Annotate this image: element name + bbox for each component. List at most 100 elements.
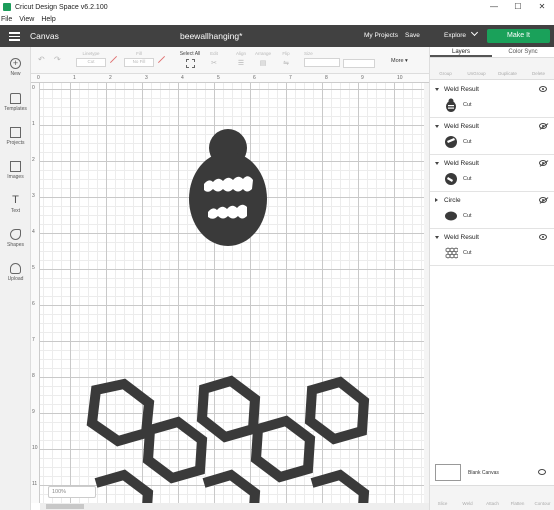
- collapse-caret-icon[interactable]: [435, 162, 439, 165]
- projects-icon: [10, 127, 21, 138]
- layer-group[interactable]: Weld Result Cut: [430, 158, 554, 192]
- left-ruler: 0 1 2 3 4 5 6 7 8 9 10 11: [31, 83, 40, 503]
- make-it-button[interactable]: Make It: [487, 29, 550, 43]
- minimize-button[interactable]: —: [482, 0, 506, 14]
- layer-group[interactable]: Weld Result Cut: [430, 232, 554, 266]
- layer-group[interactable]: Weld Result Cut: [430, 121, 554, 155]
- eye-hidden-icon[interactable]: [538, 469, 546, 475]
- flatten-button[interactable]: Flatten: [505, 486, 530, 510]
- attach-button[interactable]: Attach: [480, 486, 505, 510]
- eye-icon[interactable]: [539, 234, 547, 240]
- layer-item[interactable]: Cut: [430, 169, 554, 191]
- layer-item-label: Cut: [463, 250, 472, 256]
- more-dropdown[interactable]: More ▾: [391, 58, 408, 64]
- machine-selector[interactable]: Explore: [444, 28, 479, 39]
- menu-help[interactable]: Help: [41, 16, 55, 23]
- sidebar-item-images[interactable]: Images: [0, 161, 31, 180]
- duplicate-button[interactable]: Duplicate: [492, 58, 523, 79]
- align-menu[interactable]: Align ☰: [232, 51, 250, 67]
- ungroup-button[interactable]: UnGroup: [461, 58, 492, 79]
- layer-group-title: Weld Result: [444, 160, 479, 167]
- weld-button[interactable]: Weld: [455, 486, 480, 510]
- scissors-icon: ✂: [211, 60, 217, 67]
- edit-toolbar: ↶ ↷ Linetype Cut Fill No Fill Select All…: [0, 47, 429, 74]
- hamburger-menu-icon[interactable]: [9, 32, 20, 41]
- flip-icon: ⇋: [283, 60, 289, 67]
- redo-icon[interactable]: ↷: [54, 55, 61, 64]
- align-label: Align: [235, 51, 246, 56]
- layer-group[interactable]: Weld Result Cut: [430, 84, 554, 118]
- blank-canvas-row[interactable]: Blank Canvas: [434, 464, 552, 482]
- layer-item[interactable]: Cut: [430, 243, 554, 265]
- ruler-number: 0: [32, 85, 35, 91]
- ruler-number: 0: [37, 75, 40, 81]
- maximize-button[interactable]: ☐: [506, 0, 530, 14]
- layer-group-title: Weld Result: [444, 234, 479, 241]
- collapse-caret-icon[interactable]: [435, 125, 439, 128]
- size-controls[interactable]: Size: [304, 51, 340, 67]
- undo-icon[interactable]: ↶: [38, 55, 45, 64]
- layer-item[interactable]: Cut: [430, 95, 554, 117]
- slice-button[interactable]: Slice: [430, 486, 455, 510]
- cricut-app-icon: [3, 3, 11, 11]
- design-canvas[interactable]: [40, 83, 429, 503]
- sidebar-item-upload[interactable]: Upload: [0, 263, 31, 282]
- layer-group[interactable]: Circle Cut: [430, 195, 554, 229]
- ruler-number: 1: [73, 75, 76, 81]
- blank-canvas-swatch[interactable]: [435, 464, 461, 481]
- horizontal-scrollbar[interactable]: [40, 503, 429, 510]
- eye-hidden-icon[interactable]: [539, 123, 547, 129]
- sidebar-item-label: Projects: [6, 140, 25, 146]
- fill-dropdown[interactable]: Fill No Fill: [124, 51, 154, 67]
- tab-color-sync[interactable]: Color Sync: [492, 47, 554, 57]
- fill-color-swatch[interactable]: [157, 55, 166, 64]
- sidebar-item-text[interactable]: T Text: [0, 195, 31, 215]
- ruler-number: 4: [181, 75, 184, 81]
- select-all-button[interactable]: Select All: [179, 51, 201, 68]
- sidebar-item-projects[interactable]: Projects: [0, 127, 31, 146]
- layer-item[interactable]: Cut: [430, 206, 554, 228]
- document-title: beewallhanging*: [180, 31, 243, 41]
- my-projects-link[interactable]: My Projects: [364, 32, 398, 39]
- menu-file[interactable]: File: [1, 16, 12, 23]
- contour-button[interactable]: Contour: [530, 486, 554, 510]
- layer-item-label: Cut: [463, 213, 472, 219]
- delete-button[interactable]: Delete: [523, 58, 554, 79]
- collapse-caret-icon[interactable]: [435, 236, 439, 239]
- size-width-input[interactable]: [304, 58, 340, 67]
- edit-menu[interactable]: Edit ✂: [205, 51, 223, 67]
- ruler-number: 8: [32, 373, 35, 379]
- fill-label: Fill: [136, 51, 142, 56]
- layer-thumbnail: [445, 247, 458, 259]
- group-button[interactable]: Group: [430, 58, 461, 79]
- linetype-label: Linetype: [82, 51, 100, 56]
- eye-hidden-icon[interactable]: [539, 160, 547, 166]
- tab-layers[interactable]: Layers: [430, 47, 492, 57]
- arrange-menu[interactable]: Arrange ▤: [253, 51, 273, 67]
- expand-caret-icon[interactable]: [435, 198, 438, 202]
- linetype-dropdown[interactable]: Linetype Cut: [76, 51, 106, 67]
- zoom-control[interactable]: 100%: [48, 486, 96, 498]
- window-title: Cricut Design Space v6.2.100: [15, 3, 108, 11]
- layer-item-label: Cut: [463, 176, 472, 182]
- linetype-color-swatch[interactable]: [109, 55, 118, 64]
- menu-view[interactable]: View: [19, 16, 34, 23]
- honeycomb-weld-result[interactable]: [86, 375, 370, 503]
- size-height-input[interactable]: [343, 57, 375, 68]
- sidebar-item-label: Images: [7, 174, 24, 180]
- chevron-down-icon: [471, 28, 479, 37]
- eye-icon[interactable]: [539, 86, 547, 92]
- layer-group-title: Weld Result: [444, 123, 479, 130]
- collapse-caret-icon[interactable]: [435, 88, 439, 91]
- scrollbar-thumb[interactable]: [46, 504, 84, 509]
- sidebar-item-new[interactable]: + New: [0, 58, 31, 77]
- ruler-number: 3: [32, 193, 35, 199]
- close-button[interactable]: ✕: [530, 0, 554, 14]
- save-button[interactable]: Save: [405, 32, 420, 39]
- sidebar-item-shapes[interactable]: Shapes: [0, 229, 31, 248]
- ruler-number: 4: [32, 229, 35, 235]
- flip-menu[interactable]: Flip ⇋: [278, 51, 294, 67]
- layer-item[interactable]: Cut: [430, 132, 554, 154]
- eye-hidden-icon[interactable]: [539, 197, 547, 203]
- sidebar-item-templates[interactable]: Templates: [0, 93, 31, 112]
